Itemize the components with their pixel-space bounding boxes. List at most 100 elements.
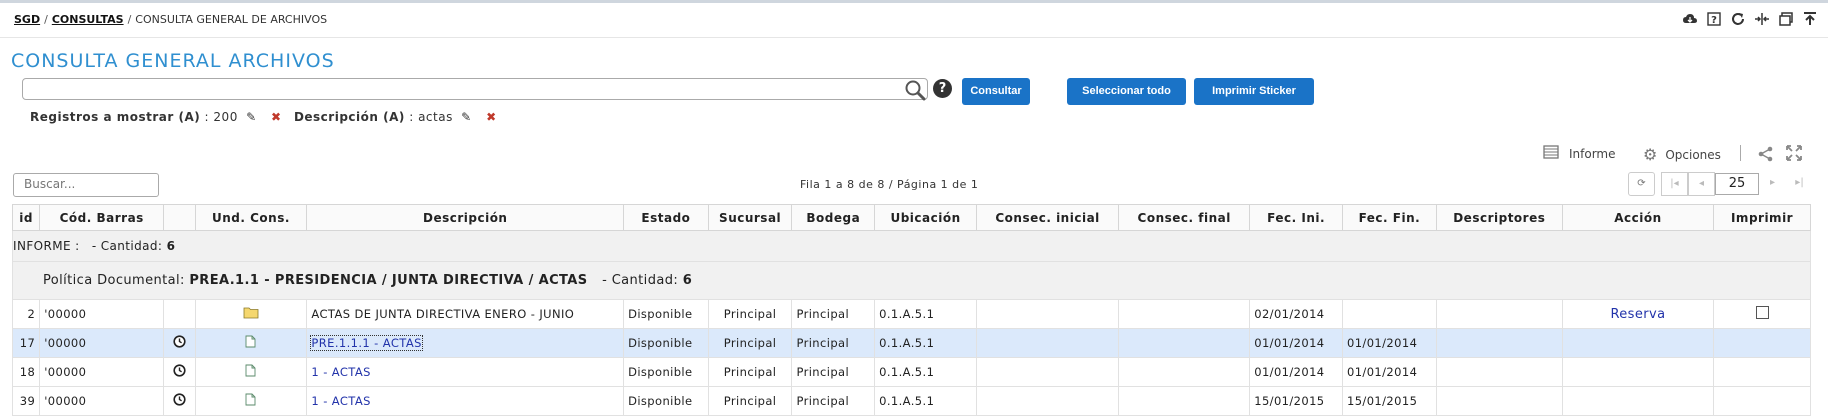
options-label: Opciones — [1665, 147, 1721, 162]
last-page-icon[interactable]: ▸| — [1786, 172, 1813, 196]
cell-estado: Disponible — [623, 328, 709, 358]
remove-filter-icon[interactable]: ✖ — [271, 110, 282, 124]
document-icon[interactable] — [245, 364, 256, 380]
cell-fec-ini: 15/01/2015 — [1249, 386, 1343, 416]
column-header[interactable]: Fec. Fin. — [1342, 204, 1437, 231]
column-header[interactable]: Bodega — [791, 204, 876, 231]
cell-ubicacion: 0.1.A.5.1 — [874, 328, 977, 358]
table-row[interactable]: 18 '00000 1 - ACTAS Disponible Principal… — [11, 357, 1811, 387]
collapse-top-icon[interactable] — [1802, 11, 1818, 27]
pager: ⟳ |◂ ◂ 25 ▸ ▸| — [1628, 172, 1813, 196]
resize-icon[interactable] — [1754, 11, 1770, 27]
cell-fec-ini: 01/01/2014 — [1249, 357, 1343, 387]
column-header[interactable]: Consec. inicial — [975, 204, 1120, 231]
breadcrumb-root-link[interactable]: SGD — [14, 13, 40, 26]
cell-fec-fin: 15/01/2015 — [1342, 386, 1437, 416]
group-header-row[interactable]: INFORME : - Cantidad: 6 — [12, 230, 1811, 262]
cell-consec-inicial — [975, 328, 1120, 358]
reserve-link[interactable]: Reserva — [1610, 307, 1665, 322]
page-size-input[interactable]: 25 — [1715, 173, 1759, 195]
column-header[interactable]: Sucursal — [707, 204, 793, 231]
window-actions: ? — [1682, 11, 1818, 27]
breadcrumb-separator: / — [44, 13, 48, 26]
column-header[interactable]: Consec. final — [1118, 204, 1251, 231]
cell-fec-fin — [1342, 299, 1437, 329]
print-sticker-button[interactable]: Imprimir Sticker — [1194, 78, 1314, 105]
remove-filter-icon[interactable]: ✖ — [486, 110, 497, 124]
cell-barcode: '00000 — [39, 328, 165, 358]
report-button[interactable]: Informe — [1543, 145, 1616, 162]
window-icon[interactable] — [1778, 11, 1794, 27]
column-header[interactable]: Und. Cons. — [194, 204, 308, 231]
help-icon[interactable]: ? — [1706, 11, 1722, 27]
cell-consec-final — [1118, 386, 1251, 416]
clock-icon[interactable] — [173, 335, 186, 351]
cell-barcode: '00000 — [39, 299, 165, 329]
clock-icon[interactable] — [173, 393, 186, 409]
document-icon[interactable] — [245, 393, 256, 409]
column-header[interactable]: Descripción — [306, 204, 625, 231]
refresh-icon[interactable] — [1730, 11, 1746, 27]
print-checkbox[interactable] — [1755, 306, 1769, 319]
group-count-label: - Cantidad: — [91, 239, 163, 253]
description-link[interactable]: 1 - ACTAS — [311, 394, 370, 408]
folder-icon[interactable] — [243, 307, 259, 322]
table-row[interactable]: 17 '00000 PRE.1.1.1 - ACTAS Disponible P… — [11, 328, 1811, 358]
help-circle-icon[interactable]: ? — [933, 79, 952, 98]
select-all-button[interactable]: Seleccionar todo — [1067, 78, 1186, 105]
column-header[interactable]: Imprimir — [1713, 204, 1811, 231]
description-link[interactable]: 1 - ACTAS — [311, 365, 370, 379]
clock-icon[interactable] — [173, 364, 186, 380]
group-label: INFORME : — [13, 239, 80, 253]
table-row[interactable]: 39 '00000 1 - ACTAS Disponible Principal… — [11, 386, 1811, 416]
prev-page-icon[interactable]: ◂ — [1688, 172, 1715, 196]
column-header[interactable]: Descriptores — [1435, 204, 1563, 231]
document-icon[interactable] — [245, 335, 256, 351]
active-filters: Registros a mostrar (A) : 200 ✎ ✖ Descri… — [30, 110, 505, 124]
svg-text:?: ? — [1711, 15, 1717, 26]
first-page-icon[interactable]: |◂ — [1661, 172, 1688, 196]
fullscreen-icon[interactable] — [1785, 144, 1803, 166]
cell-imprimir — [1713, 386, 1811, 416]
toolbar-divider — [1740, 145, 1741, 161]
cell-bodega: Principal — [791, 328, 876, 358]
description-link[interactable]: PRE.1.1.1 - ACTAS — [310, 335, 423, 351]
cell-descriptores — [1435, 299, 1563, 329]
column-header[interactable]: id — [11, 204, 41, 231]
reload-icon[interactable]: ⟳ — [1628, 172, 1655, 196]
column-header[interactable]: Fec. Ini. — [1249, 204, 1343, 231]
column-header[interactable]: Cód. Barras — [39, 204, 165, 231]
cell-accion — [1561, 386, 1715, 416]
edit-pencil-icon[interactable]: ✎ — [461, 110, 472, 124]
cell-estado: Disponible — [623, 357, 709, 387]
cell-ubicacion: 0.1.A.5.1 — [874, 299, 977, 329]
breadcrumb: SGD / CONSULTAS / CONSULTA GENERAL DE ARCHIV… — [14, 13, 327, 26]
cell-imprimir — [1713, 328, 1811, 358]
share-icon[interactable] — [1758, 146, 1774, 166]
report-icon — [1543, 145, 1559, 162]
search-icon[interactable] — [903, 78, 927, 102]
filter-label: Descripción (A) — [293, 110, 405, 124]
pager-info: Fila 1 a 8 de 8 / Página 1 de 1 — [800, 178, 979, 191]
table-row[interactable]: 2 '00000 ACTAS DE JUNTA DIRECTIVA ENERO … — [11, 299, 1811, 329]
group-header-row[interactable]: Política Documental: PREA.1.1 - PRESIDEN… — [12, 261, 1811, 300]
search-input[interactable] — [22, 78, 928, 100]
options-button[interactable]: ⚙ Opciones — [1643, 145, 1721, 164]
group-label: Política Documental: — [43, 273, 185, 288]
edit-pencil-icon[interactable]: ✎ — [246, 110, 257, 124]
cell-description: ACTAS DE JUNTA DIRECTIVA ENERO - JUNIO — [306, 299, 625, 329]
cloud-icon[interactable] — [1682, 11, 1698, 27]
next-page-icon[interactable]: ▸ — [1759, 172, 1786, 196]
results-table: id Cód. Barras Und. Cons. Descripción Es… — [11, 204, 1811, 416]
column-header[interactable]: Estado — [623, 204, 709, 231]
consultar-button[interactable]: Consultar — [962, 78, 1030, 105]
cell-icon — [163, 299, 196, 329]
filter-separator: : — [204, 110, 210, 124]
column-header[interactable]: Ubicación — [874, 204, 977, 231]
cell-accion — [1561, 357, 1715, 387]
gear-icon: ⚙ — [1643, 145, 1658, 164]
grid-search-input[interactable]: Buscar... — [13, 173, 159, 197]
column-header[interactable]: Acción — [1561, 204, 1715, 231]
cell-descriptores — [1435, 357, 1563, 387]
breadcrumb-consultas-link[interactable]: CONSULTAS — [52, 13, 124, 26]
